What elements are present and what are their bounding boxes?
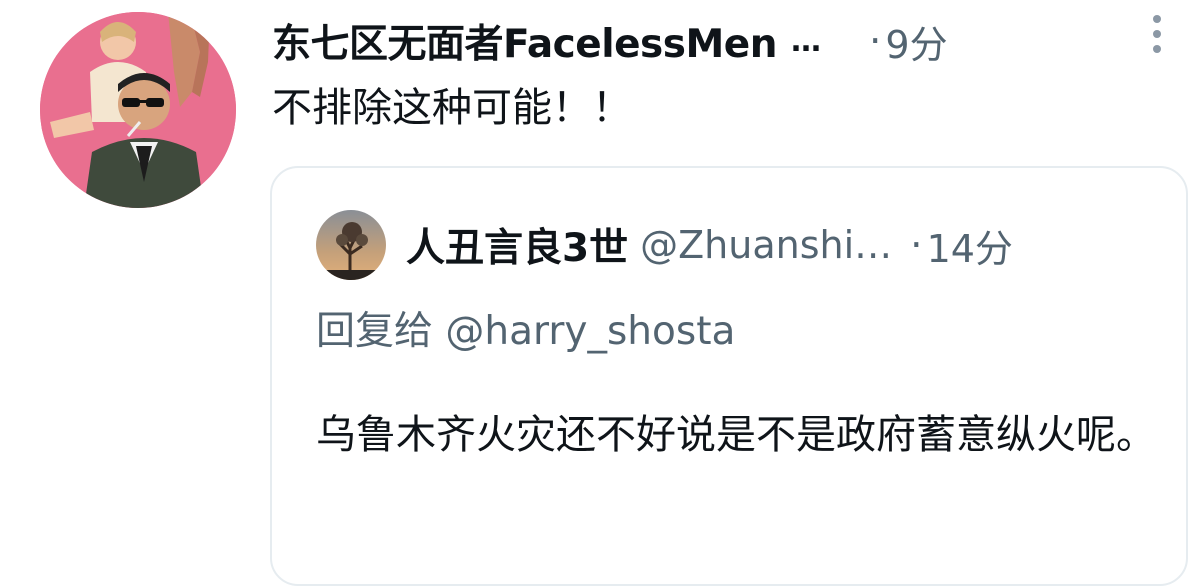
quoted-user-avatar-photo-icon	[316, 210, 386, 280]
quoted-handle[interactable]: @Zhuanshi…	[640, 223, 892, 267]
tweet-text: 不排除这种可能！！	[272, 85, 632, 131]
header-separator: ·	[869, 18, 882, 64]
quoted-timestamp[interactable]: 14分	[927, 218, 1013, 273]
quoted-user-avatar[interactable]	[316, 210, 386, 280]
quoted-tweet-text: 乌鲁木齐火灾还不好说是不是政府蓄意纵火呢。	[316, 412, 1156, 458]
quoted-tweet-card[interactable]: 人丑言良3世 @Zhuanshi… · 14分 回复给 @harry_shost…	[270, 166, 1188, 586]
tweet-header: 东七区无面者FacelessMen … · 9分	[272, 14, 948, 68]
more-options-button[interactable]	[1144, 12, 1170, 60]
user-avatar[interactable]	[40, 12, 236, 208]
name-truncation: …	[791, 23, 822, 59]
display-name[interactable]: 东七区无面者FacelessMen	[272, 13, 778, 69]
reply-to-label[interactable]: 回复给 @harry_shosta	[316, 300, 735, 356]
tweet-timestamp[interactable]: 9分	[885, 14, 947, 69]
more-vertical-icon	[1153, 15, 1161, 53]
user-avatar-photo-icon	[40, 12, 236, 208]
quoted-display-name[interactable]: 人丑言良3世	[406, 217, 628, 273]
quoted-tweet-header: 人丑言良3世 @Zhuanshi… · 14分	[406, 218, 1013, 272]
quoted-header-separator: ·	[910, 222, 923, 268]
